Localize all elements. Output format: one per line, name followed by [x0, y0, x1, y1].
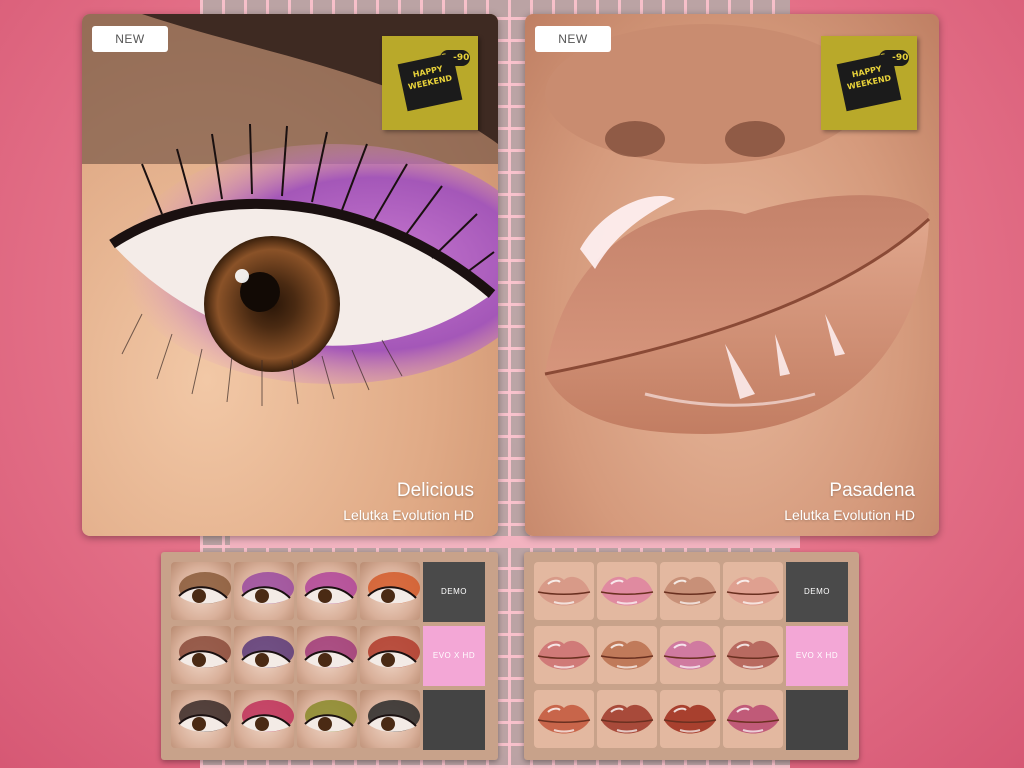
lip-swatch-icon	[600, 576, 654, 606]
happy-weekend-event-logo: 60-90 HAPPY WEEKEND	[821, 36, 917, 130]
eye-swatch-icon	[178, 572, 231, 604]
eyeshadow-shade-swatch[interactable]	[297, 562, 357, 620]
eyeshadow-shade-swatch[interactable]	[234, 690, 294, 748]
display-frame-bar	[230, 536, 800, 548]
lipgloss-swatch-board[interactable]: DEMO EVO X HD	[524, 552, 859, 760]
eye-swatch-icon	[367, 572, 420, 604]
eye-swatch-icon	[304, 636, 357, 668]
eyeshadow-shade-swatch[interactable]	[234, 626, 294, 684]
event-logo-text: HAPPY WEEKEND	[836, 52, 902, 112]
eye-swatch-icon	[304, 572, 357, 604]
lip-shade-swatch[interactable]	[660, 562, 720, 620]
eye-swatch-icon	[241, 572, 294, 604]
product-title: Pasadena	[829, 480, 915, 501]
lip-swatch-icon	[726, 640, 780, 670]
lip-shade-swatch[interactable]	[723, 690, 783, 748]
blank-button[interactable]	[786, 690, 848, 750]
eye-swatch-icon	[241, 636, 294, 668]
lip-swatch-icon	[600, 640, 654, 670]
eyeshadow-shade-swatch[interactable]	[234, 562, 294, 620]
eyeshadow-shade-swatch[interactable]	[360, 626, 420, 684]
lip-shade-swatch[interactable]	[660, 690, 720, 748]
lip-shade-swatch[interactable]	[597, 562, 657, 620]
eyeshadow-shade-swatch[interactable]	[171, 562, 231, 620]
eyeshadow-swatch-board[interactable]: DEMO EVO X HD	[161, 552, 498, 760]
lip-shade-swatch[interactable]	[534, 562, 594, 620]
product-subtitle: Lelutka Evolution HD	[784, 507, 915, 523]
eye-swatch-icon	[304, 700, 357, 732]
eyeshadow-shade-swatch[interactable]	[360, 562, 420, 620]
evo-x-hd-button[interactable]: EVO X HD	[423, 626, 485, 686]
lip-swatch-icon	[537, 640, 591, 670]
lip-shade-swatch[interactable]	[660, 626, 720, 684]
lip-swatch-icon	[663, 704, 717, 734]
eyeshadow-shade-swatch[interactable]	[171, 690, 231, 748]
blank-button[interactable]	[423, 690, 485, 750]
lip-swatch-icon	[600, 704, 654, 734]
lip-swatch-icon	[726, 576, 780, 606]
eye-swatch-icon	[241, 700, 294, 732]
product-title: Delicious	[396, 480, 474, 501]
lip-shade-swatch[interactable]	[597, 626, 657, 684]
eyeshadow-shade-swatch[interactable]	[297, 690, 357, 748]
new-badge: NEW	[535, 26, 611, 52]
eyeshadow-shade-swatch[interactable]	[297, 626, 357, 684]
demo-button[interactable]: DEMO	[786, 562, 848, 622]
lip-swatch-icon	[726, 704, 780, 734]
eye-swatch-icon	[178, 636, 231, 668]
lip-swatch-icon	[537, 704, 591, 734]
lip-shade-swatch[interactable]	[534, 690, 594, 748]
lip-swatch-icon	[663, 576, 717, 606]
lip-shade-swatch[interactable]	[723, 626, 783, 684]
lip-swatch-icon	[663, 640, 717, 670]
lip-shade-swatch[interactable]	[723, 562, 783, 620]
eyeshadow-shade-swatch[interactable]	[360, 690, 420, 748]
lip-shade-swatch[interactable]	[534, 626, 594, 684]
eye-swatch-icon	[367, 636, 420, 668]
event-logo-text: HAPPY WEEKEND	[397, 52, 463, 112]
eye-swatch-icon	[367, 700, 420, 732]
lip-shade-swatch[interactable]	[597, 690, 657, 748]
eyeshadow-shade-swatch[interactable]	[171, 626, 231, 684]
eyeshadow-poster[interactable]: NEW 60-90 HAPPY WEEKEND Delicious Lelutk…	[82, 14, 498, 536]
lipgloss-poster[interactable]: NEW 60-90 HAPPY WEEKEND Pasadena Lelutka…	[525, 14, 939, 536]
happy-weekend-event-logo: 60-90 HAPPY WEEKEND	[382, 36, 478, 130]
demo-button[interactable]: DEMO	[423, 562, 485, 622]
new-badge: NEW	[92, 26, 168, 52]
evo-x-hd-button[interactable]: EVO X HD	[786, 626, 848, 686]
lip-swatch-icon	[537, 576, 591, 606]
product-subtitle: Lelutka Evolution HD	[343, 507, 474, 523]
eye-swatch-icon	[178, 700, 231, 732]
